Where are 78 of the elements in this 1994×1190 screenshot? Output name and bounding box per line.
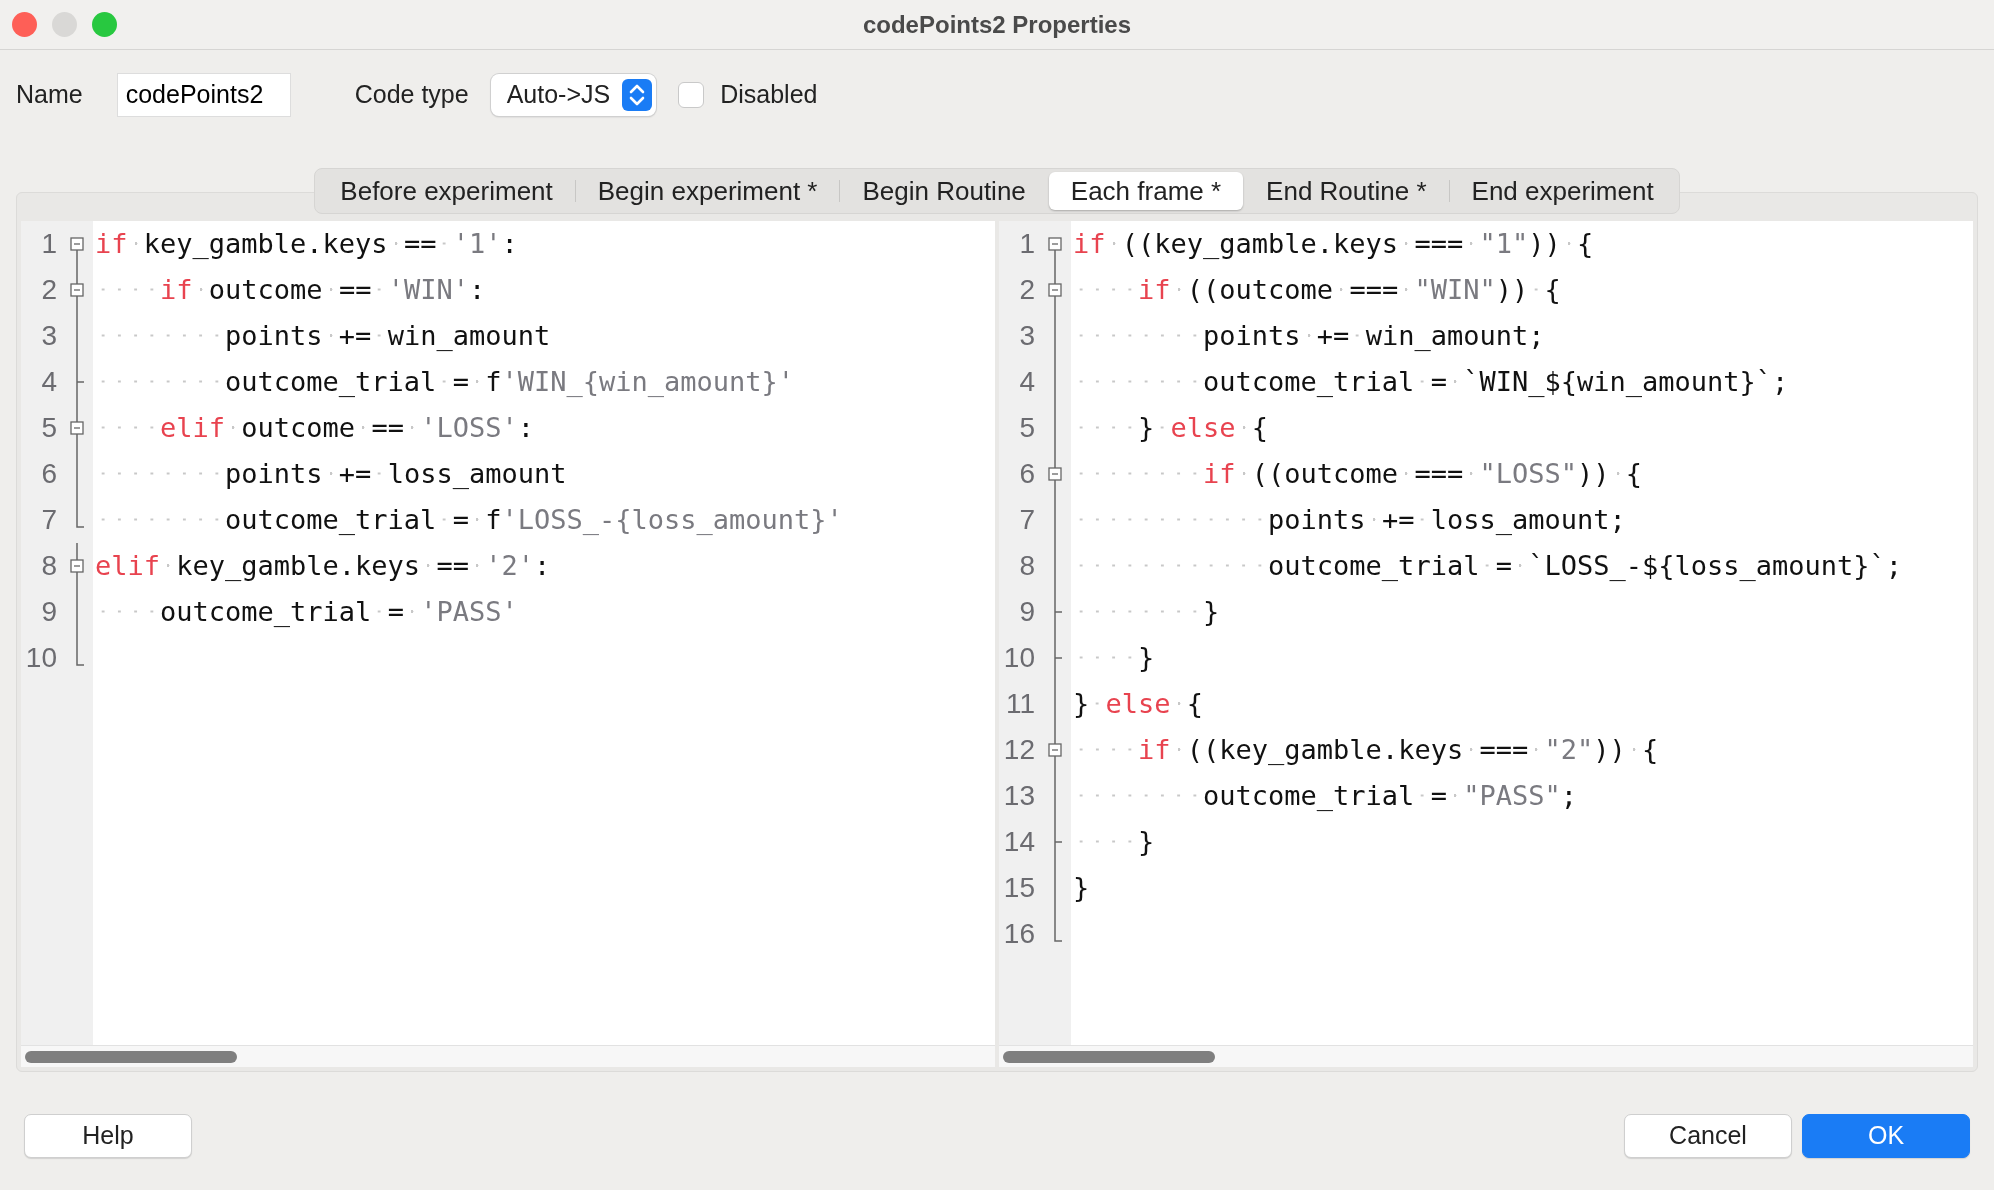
code-line: if ((outcome === "LOSS")) {: [1071, 451, 1973, 497]
line-number: 16: [1002, 917, 1035, 951]
line-number: 2: [1018, 273, 1035, 307]
line-number: 4: [1018, 365, 1035, 399]
horizontal-scrollbar[interactable]: [21, 1045, 995, 1067]
fold-toggle-icon[interactable]: [1048, 267, 1062, 313]
code-line: outcome_trial = f'LOSS_-{loss_amount}': [93, 497, 995, 543]
fold-toggle-icon[interactable]: [70, 543, 84, 589]
line-number: 15: [1002, 871, 1035, 905]
tab[interactable]: End experiment: [1449, 172, 1676, 210]
close-button[interactable]: [12, 12, 37, 37]
line-number: 4: [40, 365, 57, 399]
field-label: Name: [16, 79, 83, 111]
dialog-button[interactable]: Cancel: [1624, 1114, 1792, 1158]
code-line: points += loss_amount;: [1071, 497, 1973, 543]
name-field[interactable]: codePoints2: [116, 73, 291, 117]
code-type-select[interactable]: Auto->JS: [490, 74, 657, 116]
code-line: }: [1072, 871, 1091, 905]
code-line: }: [1071, 589, 1973, 635]
line-number: 5: [40, 411, 57, 445]
code-line: elif outcome == 'LOSS':: [93, 405, 995, 451]
line-number: 1: [1018, 227, 1035, 261]
code-line: outcome_trial = 'PASS': [93, 589, 995, 635]
checkbox-label: Disabled: [720, 79, 818, 111]
line-number: 6: [1018, 457, 1035, 491]
line-number: 7: [40, 503, 57, 537]
code-line: if ((key_gamble.keys === "2")) {: [1071, 727, 1973, 773]
code-line: elif key_gamble.keys == '2':: [94, 549, 552, 583]
line-number: 8: [40, 549, 57, 583]
line-number: 5: [1018, 411, 1035, 445]
line-number: 10: [1002, 641, 1035, 675]
code-line: points += win_amount;: [1071, 313, 1973, 359]
fold-toggle-icon[interactable]: [70, 267, 84, 313]
ok-button[interactable]: OK: [1802, 1114, 1970, 1158]
code-line: if ((outcome === "WIN")) {: [1071, 267, 1973, 313]
line-number: 9: [1018, 595, 1035, 629]
tab[interactable]: Before experiment: [318, 172, 575, 210]
tab[interactable]: Begin experiment *: [575, 172, 840, 210]
code-line: points += win_amount: [93, 313, 995, 359]
code-line: }: [1071, 819, 1973, 865]
code-line: if outcome == 'WIN':: [93, 267, 995, 313]
code-line: points += loss_amount: [93, 451, 995, 497]
line-number: 8: [1018, 549, 1035, 583]
horizontal-scrollbar[interactable]: [999, 1045, 1973, 1067]
line-number: 9: [40, 595, 57, 629]
scrollbar-thumb[interactable]: [25, 1051, 237, 1063]
code-line: outcome_trial = f'WIN_{win_amount}': [93, 359, 995, 405]
scrollbar-thumb[interactable]: [1003, 1051, 1215, 1063]
tab[interactable]: Begin Routine: [840, 172, 1048, 210]
window-title: codePoints2 Properties: [862, 11, 1132, 38]
line-number: 2: [40, 273, 57, 307]
field-label: Code type: [354, 79, 469, 111]
line-number: 11: [1004, 687, 1035, 721]
line-number: 14: [1002, 825, 1035, 859]
code-line: }: [1071, 635, 1973, 681]
line-number: 10: [24, 641, 57, 675]
line-number: 12: [1002, 733, 1035, 767]
line-number: 3: [1018, 319, 1035, 353]
code-line: outcome_trial = `LOSS_-${loss_amount}`;: [1071, 543, 1973, 589]
fold-toggle-icon[interactable]: [1048, 451, 1062, 497]
fold-toggle-icon[interactable]: [1048, 727, 1062, 773]
line-number: 7: [1018, 503, 1035, 537]
line-number: 1: [40, 227, 57, 261]
line-number: 3: [40, 319, 57, 353]
zoom-button[interactable]: [92, 12, 117, 37]
code-line: } else {: [1071, 405, 1973, 451]
tab[interactable]: End Routine *: [1244, 172, 1449, 210]
code-line: } else {: [1072, 687, 1205, 721]
code-line: outcome_trial = `WIN_${win_amount}`;: [1071, 359, 1973, 405]
line-number: 6: [40, 457, 57, 491]
stepper-icon: [622, 79, 653, 111]
tab[interactable]: Each frame *: [1048, 172, 1244, 210]
code-line: if ((key_gamble.keys === "1")) {: [1072, 227, 1595, 261]
line-number: 13: [1002, 779, 1035, 813]
fold-toggle-icon[interactable]: [70, 405, 84, 451]
code-line: outcome_trial = "PASS";: [1071, 773, 1973, 819]
code-line: if key_gamble.keys == '1':: [94, 227, 519, 261]
dialog-button[interactable]: Help: [24, 1114, 192, 1158]
